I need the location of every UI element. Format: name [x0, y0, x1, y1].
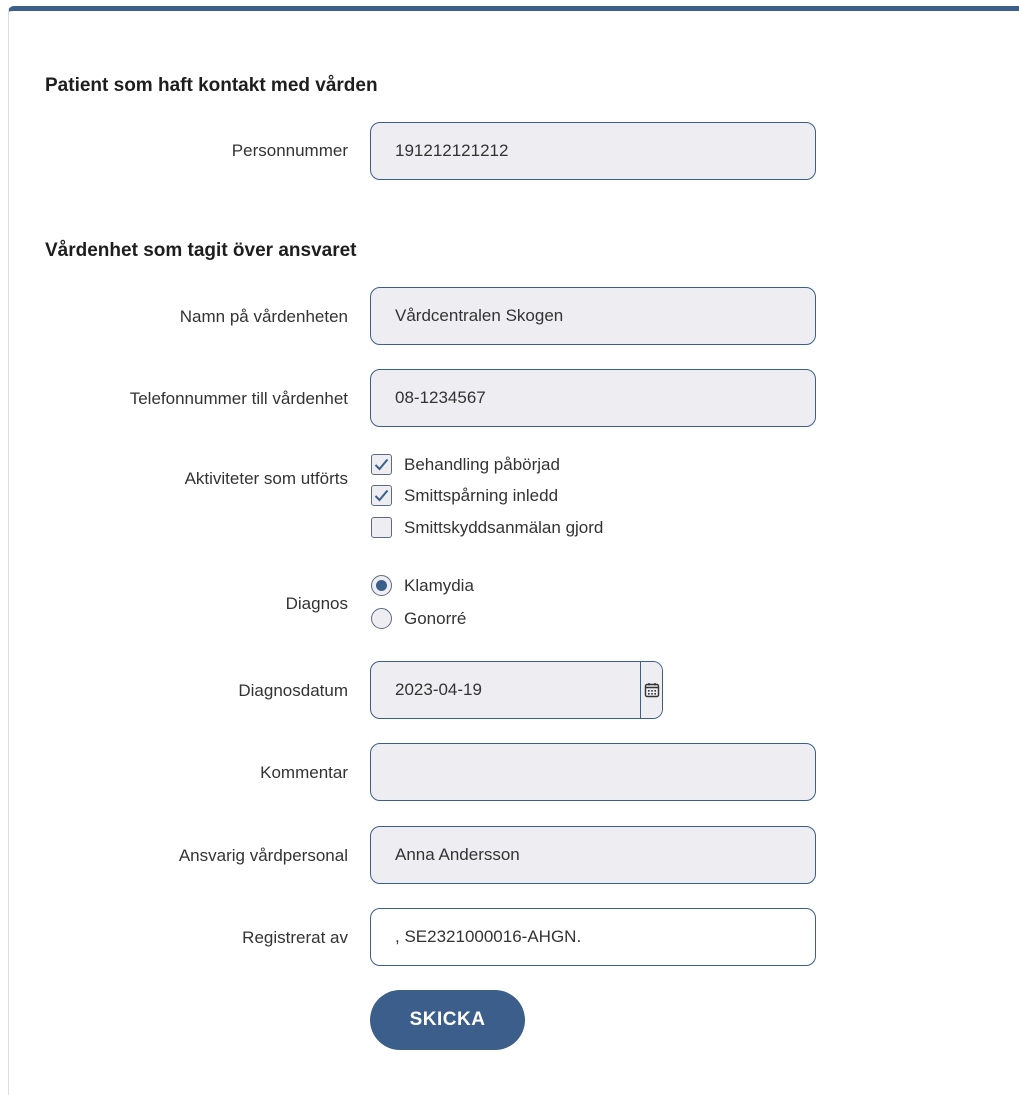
- checkbox-label: Behandling påbörjad: [404, 454, 560, 474]
- label-unit-phone: Telefonnummer till vårdenhet: [129, 389, 348, 408]
- personnummer-input[interactable]: [370, 122, 816, 180]
- checkbox-box[interactable]: [371, 454, 392, 475]
- radio-label: Klamydia: [404, 575, 474, 595]
- checkbox-smittsparning[interactable]: Smittspårning inledd: [371, 485, 558, 506]
- date-picker-button[interactable]: [640, 662, 662, 718]
- checkbox-box[interactable]: [371, 517, 392, 538]
- label-personnummer: Personnummer: [231, 141, 348, 160]
- section-title-patient: Patient som haft kontakt med vården: [45, 75, 378, 96]
- unit-name-input[interactable]: [370, 287, 816, 345]
- checkbox-smittskyddsanmalan[interactable]: Smittskyddsanmälan gjord: [371, 517, 603, 538]
- checkbox-label: Smittskyddsanmälan gjord: [404, 517, 604, 537]
- checkmark-icon: [374, 458, 389, 471]
- diagnosis-date-picker: [370, 661, 663, 719]
- radio-label: Gonorré: [404, 608, 467, 628]
- checkbox-label: Smittspårning inledd: [404, 485, 559, 505]
- responsible-input[interactable]: [370, 826, 816, 884]
- calendar-icon: [644, 683, 659, 698]
- label-comment: Kommentar: [260, 763, 348, 782]
- submit-button[interactable]: SKICKA: [370, 990, 525, 1050]
- checkmark-icon: [374, 489, 389, 502]
- label-responsible: Ansvarig vårdpersonal: [178, 846, 348, 865]
- checkbox-box[interactable]: [371, 485, 392, 506]
- section-title-unit: Vårdenhet som tagit över ansvaret: [45, 240, 357, 261]
- radio-selected-dot: [376, 580, 387, 591]
- checkbox-behandling[interactable]: Behandling påbörjad: [371, 454, 560, 475]
- form-panel: Patient som haft kontakt med vården Pers…: [8, 6, 1019, 1095]
- label-unit-name: Namn på vårdenheten: [179, 307, 348, 326]
- diagnosis-date-input[interactable]: [371, 662, 640, 718]
- label-registered-by: Registrerat av: [242, 928, 348, 947]
- label-diagnosis: Diagnos: [285, 594, 348, 613]
- radio-circle[interactable]: [371, 575, 392, 596]
- label-diagnosis-date: Diagnosdatum: [238, 681, 348, 700]
- radio-gonorre[interactable]: Gonorré: [371, 608, 466, 629]
- unit-phone-input[interactable]: [370, 369, 816, 427]
- registered-by-input[interactable]: [370, 908, 816, 966]
- label-activities: Aktiviteter som utförts: [184, 469, 348, 488]
- comment-input[interactable]: [370, 743, 816, 801]
- radio-klamydia[interactable]: Klamydia: [371, 575, 474, 596]
- radio-circle[interactable]: [371, 608, 392, 629]
